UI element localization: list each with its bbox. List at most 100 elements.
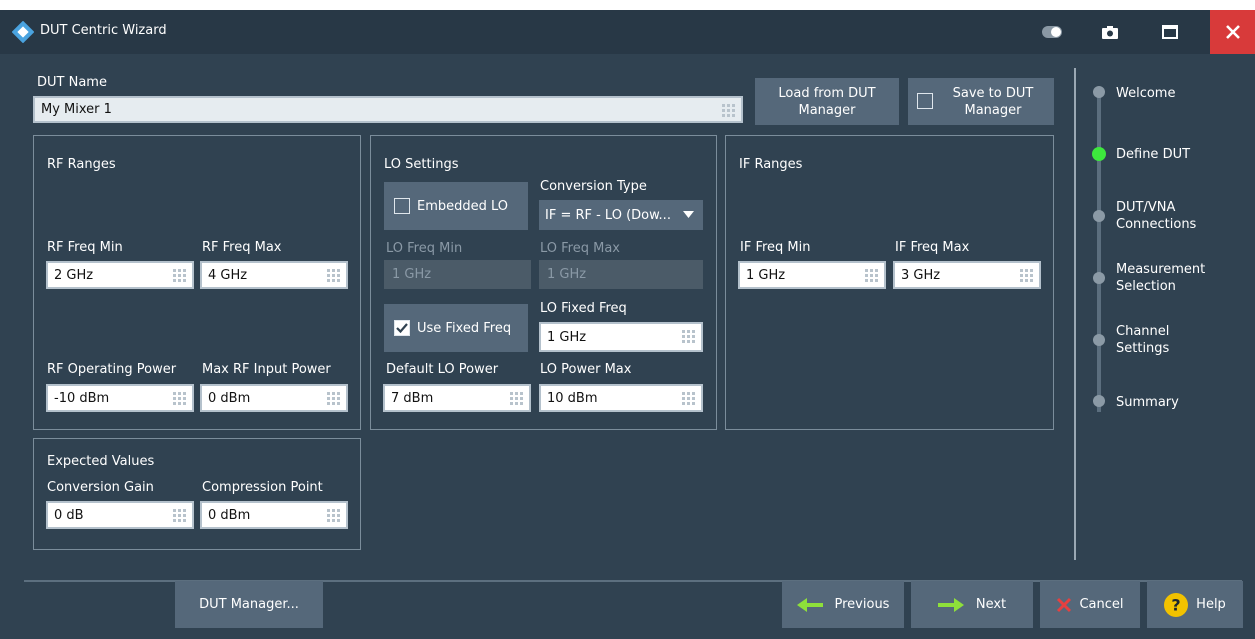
keypad-icon <box>327 509 340 522</box>
compression-point-input[interactable]: 0 dBm <box>200 501 348 529</box>
arrow-right-icon <box>937 597 964 612</box>
if-freq-min-input[interactable]: 1 GHz <box>738 261 886 289</box>
step-dut-vna-connections[interactable]: DUT/VNA Connections <box>1116 199 1226 233</box>
step-dot-channel-settings <box>1093 334 1105 346</box>
embedded-lo-toggle[interactable]: Embedded LO <box>384 182 528 230</box>
load-from-dut-manager-button[interactable]: Load from DUT Manager <box>755 78 899 125</box>
steps-track <box>1097 90 1101 412</box>
checkmark-icon <box>396 323 408 334</box>
default-lo-power-value: 7 dBm <box>391 390 434 406</box>
screenshot-button[interactable] <box>1088 10 1132 54</box>
lo-freq-min-input: 1 GHz <box>384 260 531 289</box>
close-icon <box>1225 25 1240 39</box>
keypad-icon <box>682 330 695 343</box>
save-to-dut-manager-button[interactable]: Save to DUT Manager <box>908 78 1054 125</box>
if-freq-max-input[interactable]: 3 GHz <box>893 261 1041 289</box>
maximize-button[interactable] <box>1148 10 1192 54</box>
step-dot-define-dut <box>1092 147 1106 161</box>
lo-power-max-label: LO Power Max <box>540 362 632 377</box>
close-button[interactable] <box>1210 10 1255 54</box>
step-welcome[interactable]: Welcome <box>1116 85 1175 102</box>
conversion-type-select[interactable]: IF = RF - LO (Dow... <box>539 200 703 230</box>
lo-fixed-freq-input[interactable]: 1 GHz <box>539 322 703 352</box>
max-rf-input-power-input[interactable]: 0 dBm <box>200 384 348 412</box>
rf-freq-max-value: 4 GHz <box>208 267 248 283</box>
use-fixed-freq-checkbox[interactable] <box>394 320 410 336</box>
steps-divider <box>1074 68 1076 560</box>
next-button[interactable]: Next <box>911 581 1033 628</box>
keypad-icon <box>682 392 695 405</box>
lo-power-max-input[interactable]: 10 dBm <box>539 384 703 412</box>
cancel-button[interactable]: Cancel <box>1040 581 1140 628</box>
keypad-icon <box>510 392 523 405</box>
camera-icon <box>1102 25 1118 39</box>
dut-name-value: My Mixer 1 <box>41 102 112 117</box>
help-label: Help <box>1196 597 1226 612</box>
lo-freq-max-input: 1 GHz <box>539 260 703 289</box>
step-summary[interactable]: Summary <box>1116 394 1179 411</box>
step-measurement-selection[interactable]: Measurement Selection <box>1116 261 1226 295</box>
lo-power-max-value: 10 dBm <box>547 390 598 406</box>
keypad-icon <box>173 269 186 282</box>
if-freq-max-label: IF Freq Max <box>895 240 970 255</box>
cancel-icon <box>1057 597 1072 612</box>
rf-freq-min-label: RF Freq Min <box>47 240 123 255</box>
maximize-icon <box>1162 25 1178 39</box>
compression-point-value: 0 dBm <box>208 507 251 523</box>
step-dot-summary <box>1093 395 1105 407</box>
rs-logo-icon <box>12 21 34 43</box>
help-icon: ? <box>1164 592 1189 617</box>
lo-fixed-freq-label: LO Fixed Freq <box>540 301 627 316</box>
toggle-icon <box>1042 26 1062 38</box>
max-rf-input-power-label: Max RF Input Power <box>202 362 331 377</box>
keypad-icon <box>327 392 340 405</box>
load-button-label: Load from DUT Manager <box>778 85 876 118</box>
step-dot-dut-vna-connections <box>1093 210 1105 222</box>
lo-freq-min-label: LO Freq Min <box>386 241 463 256</box>
dut-manager-button[interactable]: DUT Manager... <box>175 581 323 628</box>
keypad-icon <box>722 104 735 117</box>
help-button[interactable]: ? Help <box>1147 581 1243 628</box>
lo-fixed-freq-value: 1 GHz <box>547 329 587 345</box>
keypad-icon <box>327 269 340 282</box>
lo-settings-title: LO Settings <box>384 157 459 172</box>
step-define-dut[interactable]: Define DUT <box>1116 146 1190 163</box>
dut-name-input[interactable]: My Mixer 1 <box>33 96 743 123</box>
default-lo-power-label: Default LO Power <box>386 362 499 377</box>
rf-freq-max-input[interactable]: 4 GHz <box>200 261 348 289</box>
step-channel-settings[interactable]: Channel Settings <box>1116 323 1206 357</box>
rf-operating-power-label: RF Operating Power <box>47 362 177 377</box>
if-freq-min-value: 1 GHz <box>746 267 786 283</box>
save-button-label: Save to DUT Manager <box>952 85 1034 118</box>
conversion-type-label: Conversion Type <box>540 179 647 194</box>
next-label: Next <box>975 597 1007 612</box>
step-dot-welcome <box>1093 86 1105 98</box>
embedded-lo-label: Embedded LO <box>417 198 509 214</box>
wizard-window: DUT Centric Wizard DUT Name My Mixer 1 L… <box>0 10 1255 639</box>
if-freq-min-label: IF Freq Min <box>740 240 811 255</box>
if-ranges-title: IF Ranges <box>739 157 803 172</box>
max-rf-input-power-value: 0 dBm <box>208 390 251 406</box>
rf-operating-power-input[interactable]: -10 dBm <box>46 384 194 412</box>
rf-freq-max-label: RF Freq Max <box>202 240 282 255</box>
use-fixed-freq-label: Use Fixed Freq <box>417 320 512 336</box>
rf-ranges-title: RF Ranges <box>47 157 116 172</box>
embedded-lo-checkbox[interactable] <box>394 198 410 214</box>
dut-manager-label: DUT Manager... <box>199 597 299 612</box>
lo-freq-max-label: LO Freq Max <box>540 241 620 256</box>
use-fixed-freq-toggle[interactable]: Use Fixed Freq <box>384 304 528 352</box>
conversion-gain-input[interactable]: 0 dB <box>46 501 194 529</box>
svg-text:?: ? <box>1172 595 1181 614</box>
default-lo-power-input[interactable]: 7 dBm <box>383 384 531 412</box>
previous-button[interactable]: Previous <box>782 581 904 628</box>
toggle-button[interactable] <box>1030 10 1074 54</box>
chevron-down-icon <box>683 211 694 218</box>
step-dot-measurement-selection <box>1093 272 1105 284</box>
rf-operating-power-value: -10 dBm <box>54 390 110 406</box>
keypad-icon <box>865 269 878 282</box>
save-checkbox[interactable] <box>917 93 933 109</box>
lo-freq-max-value: 1 GHz <box>547 267 587 282</box>
cancel-label: Cancel <box>1079 597 1124 612</box>
rf-freq-min-input[interactable]: 2 GHz <box>46 261 194 289</box>
title-bar: DUT Centric Wizard <box>0 10 1255 54</box>
